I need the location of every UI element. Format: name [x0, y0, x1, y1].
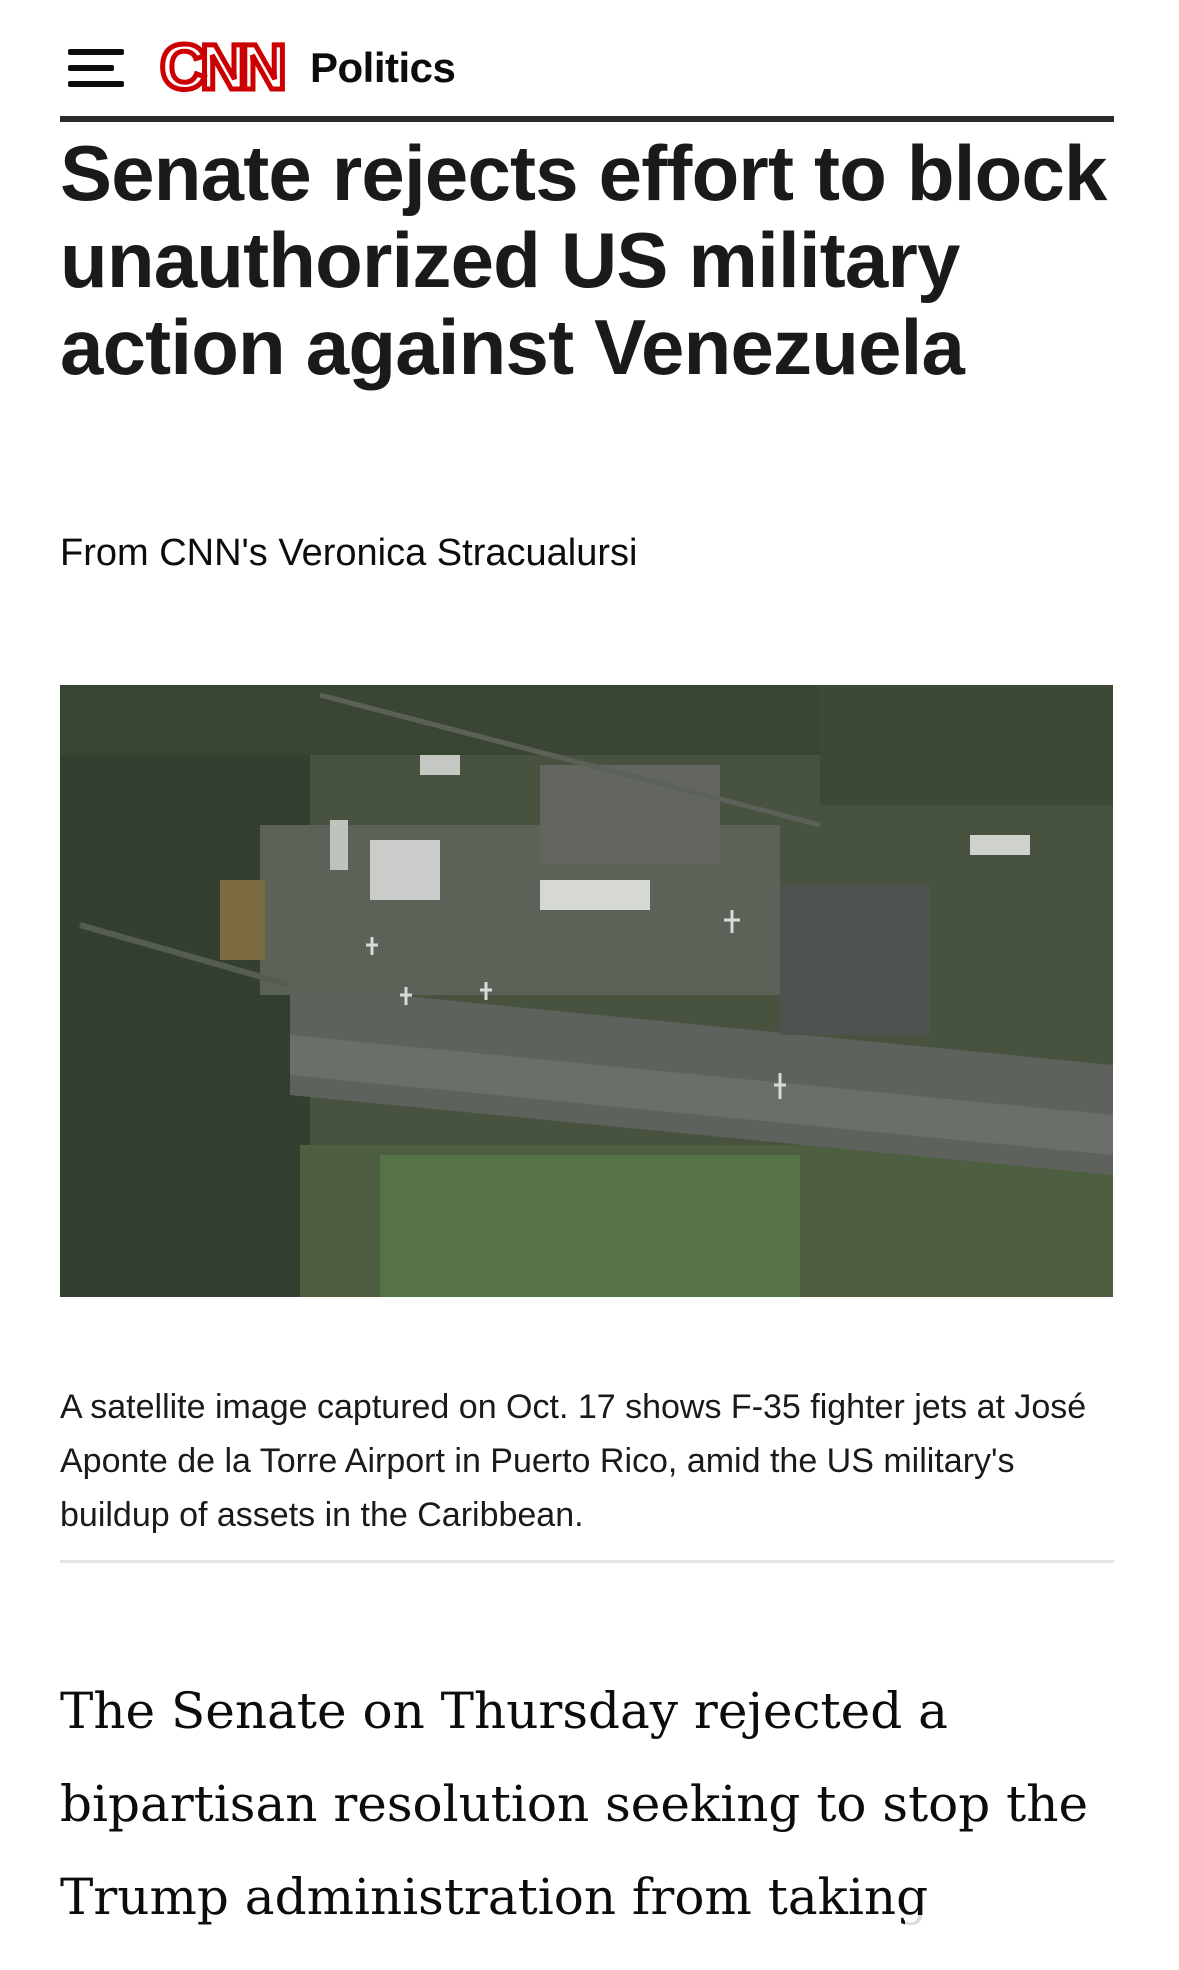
hamburger-menu-icon[interactable]: [68, 48, 124, 88]
watermark-overlay: [905, 1915, 1145, 1957]
header-divider: [60, 116, 1114, 122]
section-label[interactable]: Politics: [310, 44, 456, 92]
article-body-paragraph: The Senate on Thursday rejected a bipart…: [60, 1682, 1089, 1926]
image-caption: A satellite image captured on Oct. 17 sh…: [60, 1388, 1087, 1534]
cnn-logo[interactable]: CNN: [158, 35, 298, 101]
satellite-airport-image: [60, 685, 1113, 1297]
svg-text:CNN: CNN: [160, 35, 282, 101]
article-byline[interactable]: From CNN's Veronica Stracualursi: [60, 532, 637, 575]
cnn-logo-icon: CNN: [158, 35, 291, 101]
caption-divider: [60, 1560, 1114, 1563]
article-hero-image[interactable]: [60, 685, 1113, 1297]
article-headline: Senate rejects effort to block unauthori…: [60, 129, 1107, 391]
site-header: CNN Politics: [60, 22, 1114, 114]
